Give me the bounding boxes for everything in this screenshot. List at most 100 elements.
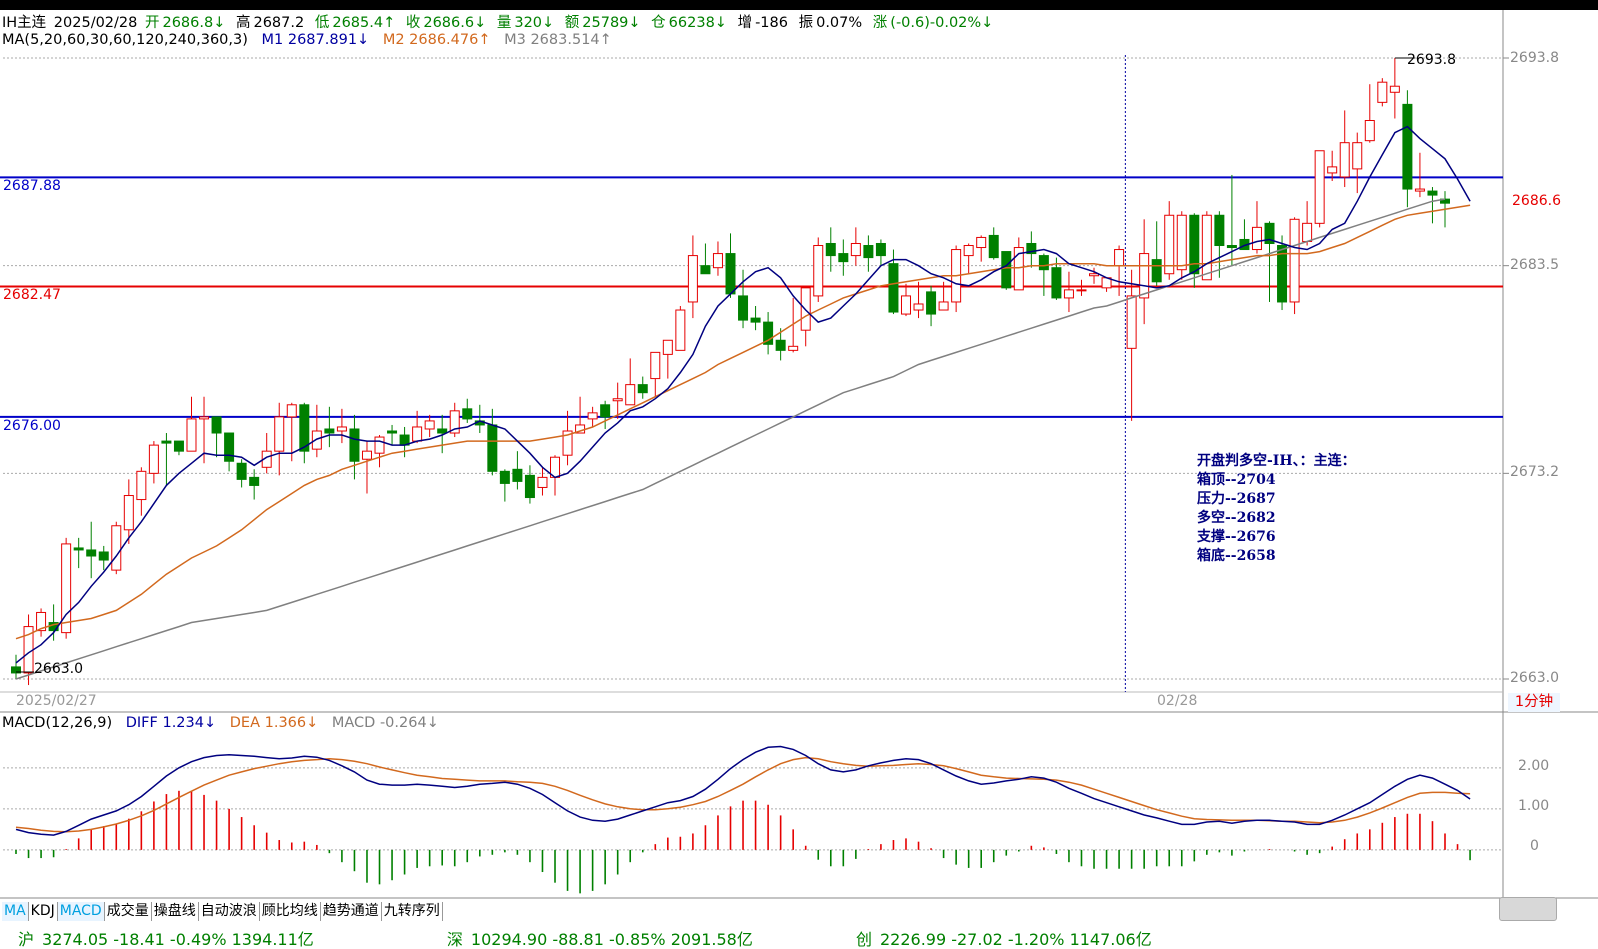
candle-body — [286, 404, 297, 418]
dea-value: DEA 1.366↓ — [229, 715, 319, 731]
candle-body — [512, 468, 523, 482]
candle-body — [1226, 245, 1237, 249]
candle-body — [537, 476, 548, 488]
index-ticker: 沪 3274.05 -18.41 -0.49% 1394.11亿 深 10294.9… — [0, 926, 1598, 949]
candle-body — [1327, 166, 1338, 174]
price-tick: 2663.0 — [1510, 670, 1559, 686]
tab-trend-channel[interactable]: 趋势通道 — [321, 902, 382, 921]
candle-body — [675, 309, 686, 351]
candle-body — [863, 245, 874, 259]
high-marker-label: 2693.8 — [1407, 52, 1456, 68]
candle-body — [1126, 295, 1137, 349]
annotation-line: 支撑--2676 — [1197, 529, 1276, 545]
candle-body — [825, 242, 836, 257]
date-left-label: 2025/02/27 — [16, 693, 97, 709]
candle-body — [687, 255, 698, 303]
candle-body — [224, 432, 235, 462]
resistance-line-label: 2687.88 — [3, 178, 61, 194]
period-button[interactable]: 1分钟 — [1508, 693, 1560, 712]
annotation-line: 箱底--2658 — [1197, 548, 1276, 564]
tab-trading-line[interactable]: 操盘线 — [152, 902, 199, 921]
candle-body — [888, 263, 899, 313]
candle-body — [650, 351, 661, 380]
candle-body — [1389, 85, 1400, 93]
candle-body — [412, 426, 423, 442]
ticker-value: 3274.05 -18.41 -0.49% 1394.11亿 — [42, 930, 314, 949]
candle-body — [1139, 253, 1150, 299]
candle-body — [199, 416, 210, 420]
candle-body — [1289, 218, 1300, 303]
candle-body — [173, 440, 184, 452]
candle-body — [1001, 251, 1012, 289]
tab-macd[interactable]: MACD — [57, 902, 105, 921]
candle-body — [73, 547, 84, 551]
annotation-title: 开盘判多空-IH、：主连： — [1197, 453, 1356, 469]
candle-body — [1051, 267, 1062, 299]
ticker-name: 沪 — [18, 930, 35, 949]
low-marker-label: 2663.0 — [34, 661, 83, 677]
candle-body — [750, 317, 761, 323]
ticker-name: 创 — [855, 930, 872, 949]
candle-body — [900, 295, 911, 315]
candle-body — [1201, 214, 1212, 281]
candle-body — [186, 418, 197, 452]
candle-body — [838, 253, 849, 263]
candle-body — [963, 245, 974, 257]
candle-body — [988, 234, 999, 259]
tab-kdj[interactable]: KDJ — [29, 902, 58, 921]
candle-body — [311, 430, 322, 450]
support-line-label: 2676.00 — [3, 418, 61, 434]
tab-volume[interactable]: 成交量 — [105, 902, 152, 921]
candle-body — [1176, 214, 1187, 271]
macd-title: MACD(12,26,9) — [2, 715, 113, 731]
candle-body — [600, 404, 611, 418]
candle-body — [499, 470, 510, 484]
tab-ma[interactable]: MA — [2, 902, 29, 921]
candle-body — [1214, 214, 1225, 247]
diff-value: DIFF 1.234↓ — [125, 715, 217, 731]
candle-body — [976, 236, 987, 249]
candle-body — [274, 416, 285, 452]
candle-body — [86, 549, 97, 557]
candle-body — [524, 474, 535, 499]
candle-body — [1352, 142, 1363, 170]
annotation-box: 开盘判多空-IH、：主连： 箱顶--2704 压力--2687 多空--2682… — [1197, 452, 1356, 566]
tab-nine-turn[interactable]: 九转序列 — [382, 902, 443, 921]
ticker-value: 2226.99 -27.02 -1.20% 1147.06亿 — [879, 930, 1152, 949]
candle-body — [712, 253, 723, 269]
candle-body — [123, 495, 134, 531]
candle-body — [775, 339, 786, 351]
pivot-line-label: 2682.47 — [3, 287, 61, 303]
annotation-line: 压力--2687 — [1197, 491, 1276, 507]
candle-body — [625, 384, 636, 406]
candle-body — [926, 291, 937, 315]
current-price-tag: 2686.6 — [1512, 193, 1561, 209]
candle-body — [361, 450, 372, 460]
candle-body — [148, 444, 159, 474]
candle-body — [738, 295, 749, 321]
candle-body — [111, 525, 122, 571]
candle-body — [1038, 255, 1049, 271]
tab-auto-wave[interactable]: 自动波浪 — [199, 902, 260, 921]
candle-body — [336, 426, 347, 432]
price-tick: 2683.5 — [1510, 257, 1559, 273]
tab-guppy[interactable]: 顾比均线 — [260, 902, 321, 921]
candle-body — [424, 420, 435, 430]
candle-body — [437, 428, 448, 434]
indicator-tabs: MA KDJ MACD 成交量 操盘线 自动波浪 顾比均线 趋势通道 九转序列 — [2, 902, 443, 921]
candle-body — [1427, 190, 1438, 196]
candle-body — [725, 253, 736, 295]
candle-body — [1302, 222, 1313, 242]
candle-body — [1189, 214, 1200, 275]
candle-body — [1364, 120, 1375, 142]
candle-body — [249, 476, 260, 486]
candle-body — [487, 424, 498, 472]
candle-body — [637, 384, 648, 394]
candle-body — [98, 551, 109, 561]
candle-body — [700, 265, 711, 275]
scroll-handle[interactable] — [1499, 897, 1557, 921]
annotation-line: 多空--2682 — [1197, 510, 1276, 526]
candle-body — [349, 428, 360, 462]
candle-body — [236, 462, 247, 480]
macd-header: MACD(12,26,9) DIFF 1.234↓ DEA 1.366↓ MAC… — [2, 715, 442, 731]
